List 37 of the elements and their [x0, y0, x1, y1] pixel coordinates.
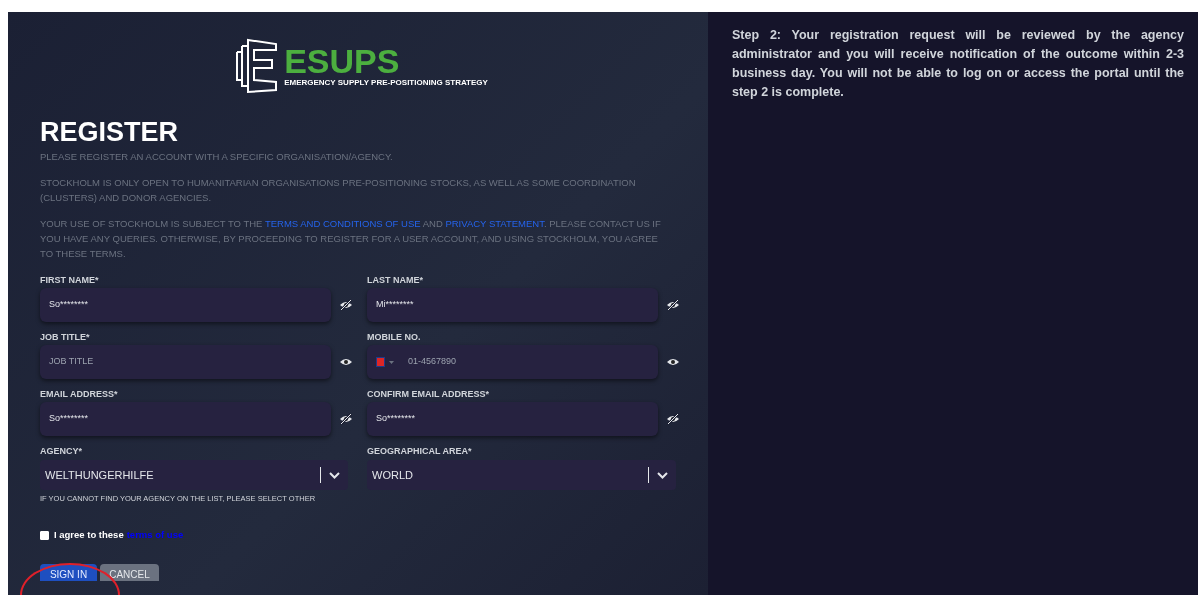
chevron-down-icon[interactable] — [329, 471, 340, 479]
step-note: Step 2: Your registration request will be reviewed by the agency administrator and you will receive notification of the outcome within 2-3 business day. You will not be able to log on or access the portal until the step 2 is complete. — [732, 27, 1184, 101]
field-label: EMAIL ADDRESS* — [40, 388, 119, 400]
field-label: JOB TITLE* — [40, 331, 91, 343]
eye-slash-icon[interactable] — [666, 413, 680, 425]
form-button[interactable]: CANCEL — [100, 563, 159, 581]
intro-text: STOCKHOLM IS ONLY OPEN TO HUMANITARIAN ORGANISATIONS PRE-POSITIONING STOCKS, AS WELL AS SOME COORDINATION (CLUSTERS) AND DONOR AGENCIES. — [40, 176, 637, 205]
text-field[interactable]: Mi******** — [367, 288, 658, 322]
eye-icon[interactable] — [666, 356, 680, 368]
logo-tagline: EMERGENCY SUPPLY PRE-POSITIONING STRATEGY — [284, 78, 488, 88]
field-label: GEOGRAPHICAL AREA* — [367, 445, 473, 457]
dropdown[interactable]: WELTHUNGERHILFE — [40, 460, 348, 490]
chevron-down-icon[interactable] — [657, 471, 668, 479]
caret-icon[interactable] — [389, 360, 394, 364]
eye-slash-icon[interactable] — [666, 299, 680, 311]
field-label: CONFIRM EMAIL ADDRESS* — [367, 388, 490, 400]
eye-slash-icon[interactable] — [339, 299, 353, 311]
page-title: REGISTER — [40, 116, 180, 148]
text-field[interactable]: So******** — [40, 402, 331, 436]
eye-icon[interactable] — [339, 356, 353, 368]
eye-slash-icon[interactable] — [339, 413, 353, 425]
field-label: LAST NAME* — [367, 274, 424, 286]
flag-icon — [376, 357, 385, 367]
checkbox[interactable] — [40, 530, 49, 540]
intro-text: PLEASE REGISTER AN ACCOUNT WITH A SPECIFIC ORGANISATION/AGENCY. — [40, 150, 394, 164]
field-label: AGENCY* — [40, 445, 83, 457]
text-field[interactable]: So******** — [40, 288, 331, 322]
intro-text: YOUR USE OF STOCKHOLM IS SUBJECT TO THE TERMS AND CONDITIONS OF USE AND PRIVACY STATEMENT. PLEASE CONTACT US IF YOU HAVE ANY QUERIES. OTHERWISE, BY PROCEEDING TO REGISTER FOR A USER ACCOUNT, AND USING STOCKHOLM, YOU AGREE TO THESE TERMS. — [40, 217, 662, 261]
field-label: FIRST NAME* — [40, 274, 100, 286]
field-label: MOBILE NO. — [367, 331, 422, 343]
text-field[interactable]: So******** — [367, 402, 658, 436]
logo-text: ESUPS — [284, 44, 401, 78]
text-field[interactable]: 01-4567890 — [367, 345, 658, 379]
form-button[interactable]: SIGN IN — [40, 563, 97, 581]
dropdown[interactable]: WORLD — [367, 460, 676, 490]
text-field[interactable]: JOB TITLE — [40, 345, 331, 379]
agree-label: I agree to these — [54, 528, 124, 543]
